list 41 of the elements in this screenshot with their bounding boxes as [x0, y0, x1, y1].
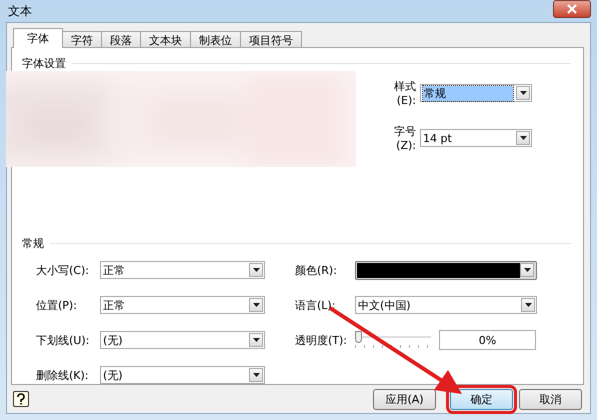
dropdown-arrow-icon: [524, 303, 532, 307]
field-label: 位置(P):: [36, 298, 78, 312]
dialog-button[interactable]: 取消: [519, 388, 582, 410]
dialog-button[interactable]: 应用(A): [373, 388, 436, 410]
field-label: 下划线(U):: [36, 332, 90, 348]
tab[interactable]: 制表位: [190, 31, 241, 48]
field-label: 颜色(R):: [295, 262, 338, 278]
dropdown-arrow-icon: [524, 268, 530, 272]
field-label: 样式(E):: [393, 79, 416, 107]
dropdown-arrow-icon: [252, 303, 260, 307]
dropdown-arrow-icon: [520, 91, 526, 95]
dropdown[interactable]: (无): [100, 331, 265, 349]
group-title: 字体设置: [22, 56, 66, 71]
window-title: 文本: [8, 2, 32, 20]
tab[interactable]: 项目符号: [240, 31, 302, 48]
dropdown-arrow-icon: [252, 338, 260, 342]
field-label: 删除线(K):: [36, 368, 90, 382]
dropdown[interactable]: 正常: [100, 296, 265, 314]
dropdown-arrow-icon: [252, 373, 260, 377]
field-label: 字号(Z):: [393, 124, 416, 152]
close-button[interactable]: [553, 0, 591, 18]
dropdown[interactable]: 14 pt: [420, 129, 532, 147]
dropdown[interactable]: (无): [100, 366, 265, 384]
slider-thumb[interactable]: [355, 331, 362, 343]
field-label: 透明度(T):: [295, 332, 348, 348]
tab[interactable]: 字体: [13, 28, 63, 48]
group-title: 常规: [22, 236, 44, 251]
field-label: 语言(L):: [295, 298, 336, 312]
color-picker[interactable]: [355, 260, 537, 280]
dropdown[interactable]: 正常: [100, 261, 265, 279]
close-icon: [566, 4, 578, 14]
question-mark-icon: [16, 393, 26, 405]
field-label: 大小写(C):: [36, 262, 90, 278]
tab[interactable]: 段落: [101, 31, 141, 48]
dropdown[interactable]: 常规: [420, 84, 532, 102]
value-field[interactable]: 0%: [439, 330, 536, 350]
dropdown-arrow-icon: [520, 136, 526, 140]
dropdown-arrow-icon: [252, 268, 260, 272]
tab[interactable]: 文本块: [140, 31, 191, 48]
help-button[interactable]: [13, 391, 29, 407]
dropdown[interactable]: 中文(中国): [355, 296, 537, 314]
